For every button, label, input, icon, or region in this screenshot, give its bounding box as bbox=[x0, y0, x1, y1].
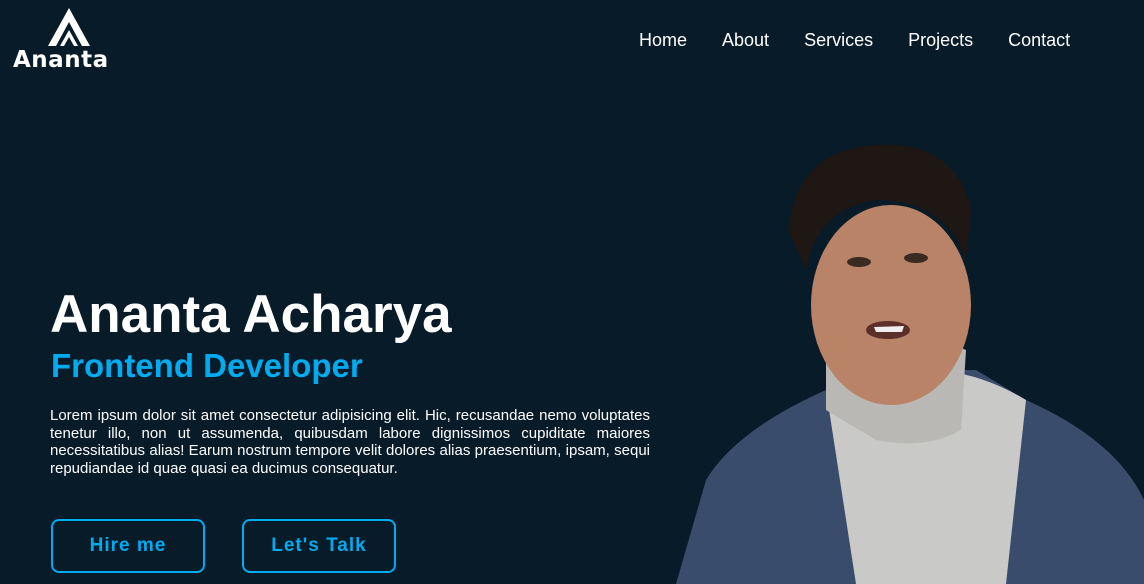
logo-mark-icon bbox=[48, 8, 90, 46]
nav-contact[interactable]: Contact bbox=[1008, 30, 1070, 51]
profile-photo bbox=[676, 144, 1144, 584]
hero-name: Ananta Acharya bbox=[50, 285, 452, 344]
main-nav: Home About Services Projects Contact bbox=[639, 30, 1070, 51]
lets-talk-button[interactable]: Let's Talk bbox=[242, 519, 396, 573]
nav-projects[interactable]: Projects bbox=[908, 30, 973, 51]
logo[interactable]: Ananta bbox=[13, 8, 113, 73]
nav-about[interactable]: About bbox=[722, 30, 769, 51]
hero-description: Lorem ipsum dolor sit amet consectetur a… bbox=[50, 407, 650, 477]
hire-me-button[interactable]: Hire me bbox=[51, 519, 205, 573]
nav-services[interactable]: Services bbox=[804, 30, 873, 51]
logo-text: Ananta bbox=[13, 47, 109, 73]
nav-home[interactable]: Home bbox=[639, 30, 687, 51]
hero-role: Frontend Developer bbox=[51, 347, 363, 384]
